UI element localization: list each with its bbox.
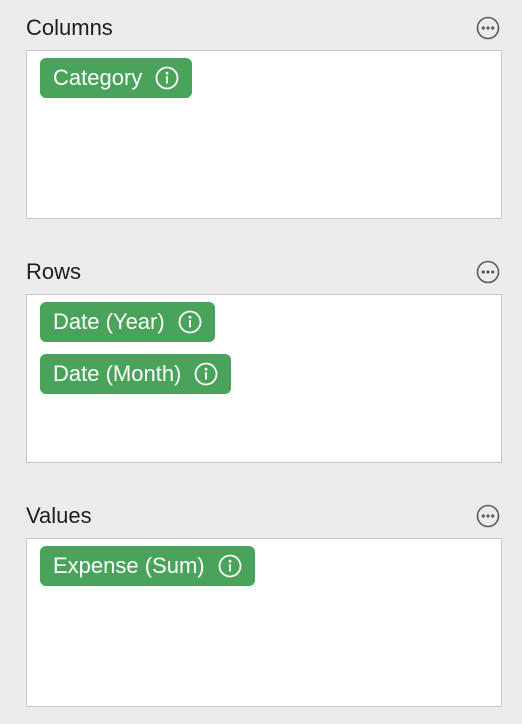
info-circle-icon[interactable] [194,362,218,386]
values-drop-zone[interactable]: Expense (Sum) [26,538,502,707]
field-pill-label: Expense (Sum) [53,553,205,578]
rows-title: Rows [26,259,82,284]
field-pill-date-year[interactable]: Date (Year) [40,302,215,342]
columns-drop-zone[interactable]: Category [26,50,502,219]
field-pill-label: Date (Month) [53,361,182,386]
field-pill-category[interactable]: Category [40,58,193,98]
info-circle-icon[interactable] [178,310,202,334]
rows-more-button[interactable] [476,260,500,284]
ellipsis-circle-icon [476,504,500,528]
values-header: Values [26,501,502,531]
field-pill-label: Category [53,65,143,90]
field-pill-label: Date (Year) [53,309,165,334]
field-pill-date-month[interactable]: Date (Month) [40,354,232,394]
rows-section: Rows Date (Year) Date (Month) [26,257,502,463]
ellipsis-circle-icon [476,260,500,284]
columns-more-button[interactable] [476,16,500,40]
values-section: Values Expense (Sum) [26,501,502,707]
info-circle-icon[interactable] [218,554,242,578]
columns-title: Columns [26,15,113,40]
ellipsis-circle-icon [476,16,500,40]
columns-section: Columns Category [26,13,502,219]
field-pill-expense-sum[interactable]: Expense (Sum) [40,546,255,586]
values-more-button[interactable] [476,504,500,528]
columns-header: Columns [26,13,502,43]
rows-header: Rows [26,257,502,287]
rows-drop-zone[interactable]: Date (Year) Date (Month) [26,294,502,463]
info-circle-icon[interactable] [155,66,179,90]
values-title: Values [26,503,92,528]
